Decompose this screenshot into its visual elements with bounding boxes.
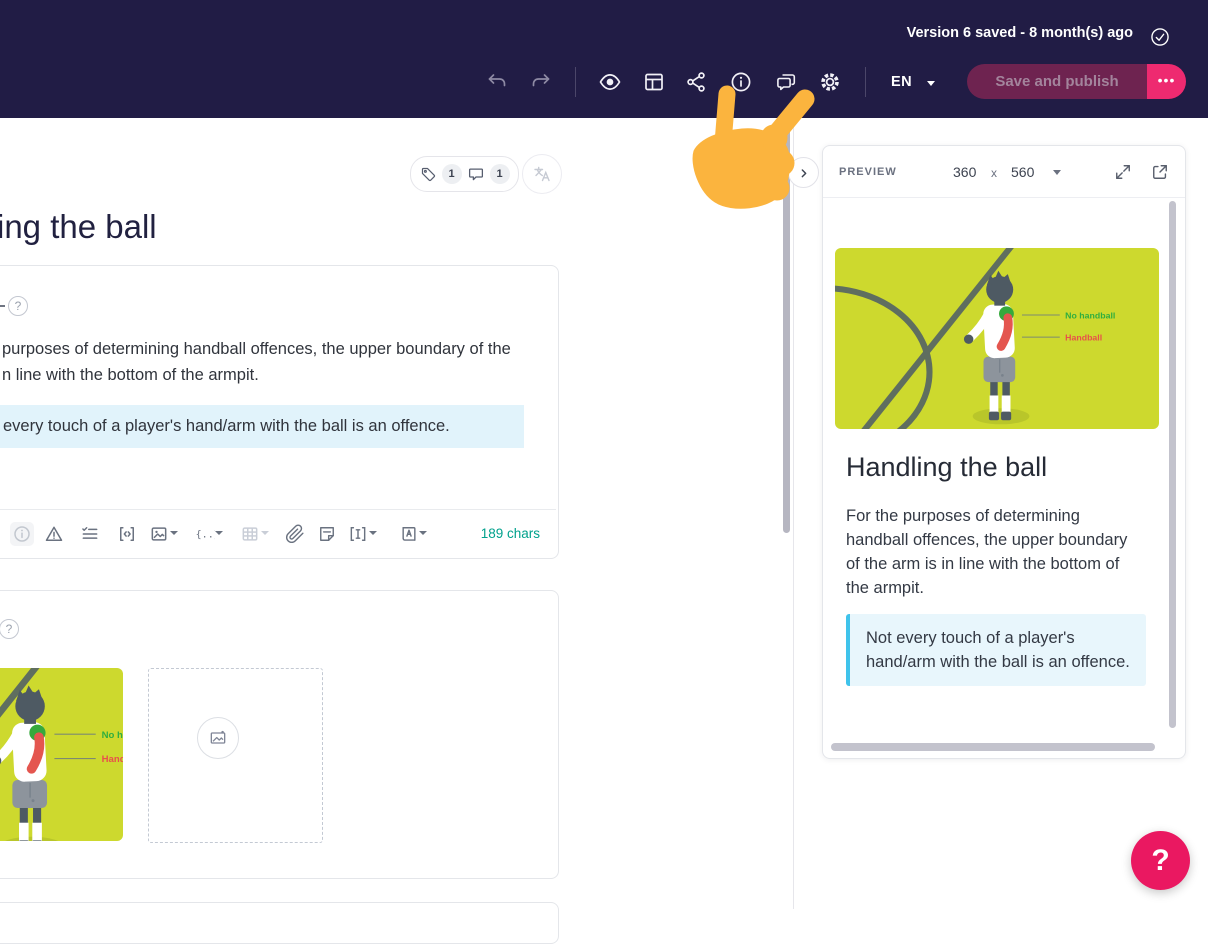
comments-button[interactable]: [772, 68, 800, 96]
next-block-card: [0, 902, 559, 944]
preview-size-separator: x: [991, 166, 997, 180]
handball-label: Handball: [1065, 333, 1102, 343]
warning-tool-button[interactable]: [42, 522, 66, 546]
translate-button[interactable]: [522, 154, 562, 194]
help-button[interactable]: ?: [1131, 831, 1190, 890]
panel-divider: [793, 118, 794, 909]
toolbar-separator: [575, 67, 576, 97]
preview-height-value[interactable]: 560: [1011, 164, 1034, 180]
handball-label: Handball: [102, 754, 123, 765]
expand-preview-button[interactable]: [1113, 162, 1133, 182]
top-navbar: [0, 0, 1208, 118]
preview-panel: PREVIEW 360 x 560 No handball Handball H…: [822, 145, 1186, 759]
undo-button[interactable]: [483, 68, 511, 96]
preview-horizontal-scrollbar[interactable]: [831, 743, 1155, 751]
layout-template-button[interactable]: [640, 68, 668, 96]
block-label-fragment: [0, 305, 5, 307]
toolbar-separator: [865, 67, 866, 97]
char-count: 189 chars: [480, 526, 540, 541]
table-tool-button[interactable]: [238, 522, 262, 546]
preview-size-caret[interactable]: [1053, 170, 1061, 175]
more-actions-button[interactable]: •••: [1147, 64, 1186, 99]
note-tool-button[interactable]: [315, 522, 339, 546]
collapse-preview-button[interactable]: [788, 157, 819, 188]
image-tool-caret[interactable]: [170, 531, 178, 535]
comment-icon: [468, 168, 483, 181]
share-button[interactable]: [683, 68, 711, 96]
version-status: Version 6 saved - 8 month(s) ago: [906, 25, 1133, 41]
image-block-help-icon[interactable]: ?: [0, 619, 19, 639]
comment-count-badge: 1: [489, 164, 510, 184]
upload-image-circle[interactable]: [197, 717, 239, 759]
slide-title: Handling the ball: [846, 452, 1048, 482]
translate-icon: [534, 166, 550, 182]
table-tool-caret[interactable]: [261, 531, 269, 535]
image-tool-button[interactable]: [147, 522, 171, 546]
redo-button[interactable]: [527, 68, 555, 96]
language-caret-icon[interactable]: [927, 81, 935, 86]
image-upload-placeholder[interactable]: [148, 668, 323, 843]
editor-toolbar: {..} 189 chars: [0, 509, 556, 557]
no-handball-label: No handball: [1065, 310, 1115, 320]
content-scrollbar[interactable]: [783, 120, 790, 533]
highlight-text: every touch of a player's hand/arm with …: [3, 417, 450, 435]
lesson-title[interactable]: ing the ball: [0, 208, 157, 246]
text-line-1[interactable]: purposes of determining handball offence…: [2, 340, 511, 359]
save-and-publish-group[interactable]: Save and publish •••: [967, 64, 1186, 99]
code-block-tool-button[interactable]: [115, 522, 139, 546]
chevron-right-icon: [801, 168, 806, 177]
no-handball-label: No handball: [102, 730, 123, 741]
info-button[interactable]: [727, 68, 755, 96]
preview-width-value[interactable]: 360: [953, 164, 976, 180]
attachment-tool-button[interactable]: [283, 522, 307, 546]
highlighted-text-line[interactable]: every touch of a player's hand/arm with …: [0, 405, 524, 448]
image-thumbnail[interactable]: No handball Handball: [0, 668, 123, 841]
info-tool-button[interactable]: [10, 522, 34, 546]
language-selector[interactable]: EN: [891, 74, 912, 90]
tag-icon: [421, 167, 435, 181]
version-saved-check-icon: [1146, 23, 1174, 51]
slide-image: No handball Handball: [835, 248, 1159, 429]
preview-vertical-scrollbar[interactable]: [1169, 201, 1176, 728]
text-line-2[interactable]: n line with the bottom of the armpit.: [2, 366, 259, 385]
glossary-tool-button[interactable]: [397, 522, 421, 546]
save-and-publish-button[interactable]: Save and publish: [967, 64, 1147, 99]
preview-header: PREVIEW 360 x 560: [823, 146, 1185, 198]
block-help-icon[interactable]: ?: [8, 296, 28, 316]
svg-text:{..}: {..}: [196, 529, 215, 540]
checklist-tool-button[interactable]: [78, 522, 102, 546]
variables-tool-button[interactable]: {..}: [192, 522, 216, 546]
preview-label: PREVIEW: [839, 166, 897, 178]
slide-body-text: For the purposes of determining handball…: [846, 507, 1128, 597]
open-external-button[interactable]: [1150, 162, 1170, 182]
slide-callout: Not every touch of a player's hand/arm w…: [846, 614, 1146, 686]
preview-eye-button[interactable]: [596, 68, 624, 96]
glossary-tool-caret[interactable]: [419, 531, 427, 535]
tag-comment-pill[interactable]: 1 1: [410, 156, 519, 192]
text-section-tool-caret[interactable]: [369, 531, 377, 535]
image-placeholder-icon: [210, 730, 226, 744]
variables-tool-caret[interactable]: [215, 531, 223, 535]
settings-gear-button[interactable]: [816, 68, 844, 96]
text-section-tool-button[interactable]: [346, 522, 370, 546]
tag-count-badge: 1: [441, 164, 462, 184]
